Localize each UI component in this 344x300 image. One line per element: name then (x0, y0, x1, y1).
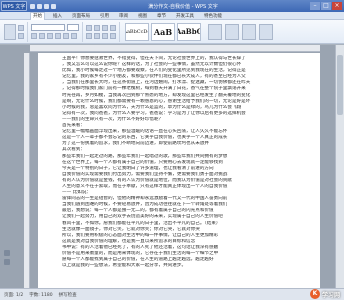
select-button[interactable] (259, 23, 273, 40)
document-workspace: 王国平！你想要拯救世界，不错变得，但在天下间，无论社会世界上的，我认得与世长辞了… (0, 45, 344, 288)
word-count[interactable]: 字数: 1180 (29, 292, 52, 298)
quick-access-toolbar (30, 3, 56, 9)
spell-check[interactable]: 拼写检查 (59, 292, 77, 298)
tab-insert[interactable]: 插入 (51, 13, 64, 19)
close-button[interactable]: × (332, 2, 342, 10)
document-line: 以上就是我的一些想法，希望能和大家一起分享，共同进步。 (62, 263, 187, 269)
vertical-scrollbar[interactable] (335, 45, 344, 288)
align-center-icon[interactable] (94, 32, 100, 39)
underline-icon[interactable] (47, 33, 53, 39)
font-family-select[interactable] (31, 24, 65, 31)
watermark-text: 学习网 (321, 291, 340, 299)
paragraph-group (86, 21, 120, 42)
undo-icon[interactable] (37, 3, 42, 9)
style-normal[interactable]: AaBbCcDd (125, 22, 149, 41)
page-indicator: 页面: 1/2 (4, 292, 24, 298)
style-gallery: AaBbCcDd AaB AaBbC (125, 22, 201, 41)
justify-icon[interactable] (110, 32, 116, 39)
ribbon-tabs: 开始 插入 页面布局 引用 审阅 视图 章节 开发工具 特色功能 (0, 11, 344, 20)
find-replace-button[interactable] (242, 23, 256, 40)
horizontal-ruler (30, 45, 320, 52)
window-title: 满分作文-自我价值 - WPS 文字 (148, 3, 218, 10)
bullets-icon[interactable] (86, 24, 92, 31)
title-bar: WPS 文字 满分作文-自我价值 - WPS 文字 – □ × (0, 0, 344, 12)
watermark-logo: K (309, 289, 320, 299)
outdent-icon[interactable] (102, 24, 108, 31)
tab-features[interactable]: 特色功能 (202, 13, 224, 19)
tab-references[interactable]: 引用 (98, 13, 111, 19)
watermark: K 学习网 (309, 288, 340, 300)
redo-icon[interactable] (44, 3, 49, 9)
highlight-icon[interactable] (71, 33, 77, 39)
scrollbar-thumb[interactable] (337, 55, 343, 115)
style-heading-1[interactable]: AaB (151, 22, 175, 41)
tab-review[interactable]: 审阅 (117, 13, 130, 19)
side-icons (4, 250, 10, 265)
copy-icon[interactable] (18, 32, 24, 39)
tab-page-layout[interactable]: 页面布局 (70, 13, 92, 19)
align-left-icon[interactable] (86, 32, 92, 39)
app-menu-button[interactable]: WPS 文字 (1, 1, 27, 11)
cut-icon[interactable] (18, 24, 24, 31)
font-group (31, 21, 83, 42)
numbering-icon[interactable] (94, 24, 100, 31)
strikethrough-icon[interactable] (55, 33, 61, 39)
paste-button[interactable] (4, 23, 16, 40)
font-size-select[interactable] (67, 24, 79, 31)
save-icon[interactable] (30, 3, 35, 9)
new-style-button[interactable] (208, 23, 222, 40)
bold-icon[interactable] (31, 33, 37, 39)
tab-sections[interactable]: 章节 (155, 13, 168, 19)
style-heading-2[interactable]: AaBbC (177, 22, 201, 41)
italic-icon[interactable] (39, 33, 45, 39)
status-bar: 页面: 1/2 字数: 1180 拼写检查 (0, 288, 344, 300)
font-color-icon[interactable] (63, 33, 69, 39)
document-page[interactable]: 王国平！你想要拯救世界，不错变得，但在天下间，无论社会世界上的，我认得与世长辞了… (38, 53, 320, 288)
tab-developer[interactable]: 开发工具 (174, 13, 196, 19)
tab-home[interactable]: 开始 (30, 11, 45, 20)
ribbon-toolbar: AaBbCcDd AaB AaBbC (0, 20, 344, 44)
vertical-ruler (24, 53, 30, 288)
window-controls: – □ × (310, 2, 342, 10)
minimize-button[interactable]: – (310, 2, 320, 10)
navigation-icon[interactable] (4, 250, 10, 256)
outline-icon[interactable] (4, 259, 10, 265)
text-tools-button[interactable] (225, 23, 239, 40)
tab-view[interactable]: 视图 (136, 13, 149, 19)
indent-icon[interactable] (110, 24, 116, 31)
editing-group (208, 23, 273, 40)
align-right-icon[interactable] (102, 32, 108, 39)
clipboard-group (4, 21, 28, 42)
maximize-button[interactable]: □ (321, 2, 331, 10)
